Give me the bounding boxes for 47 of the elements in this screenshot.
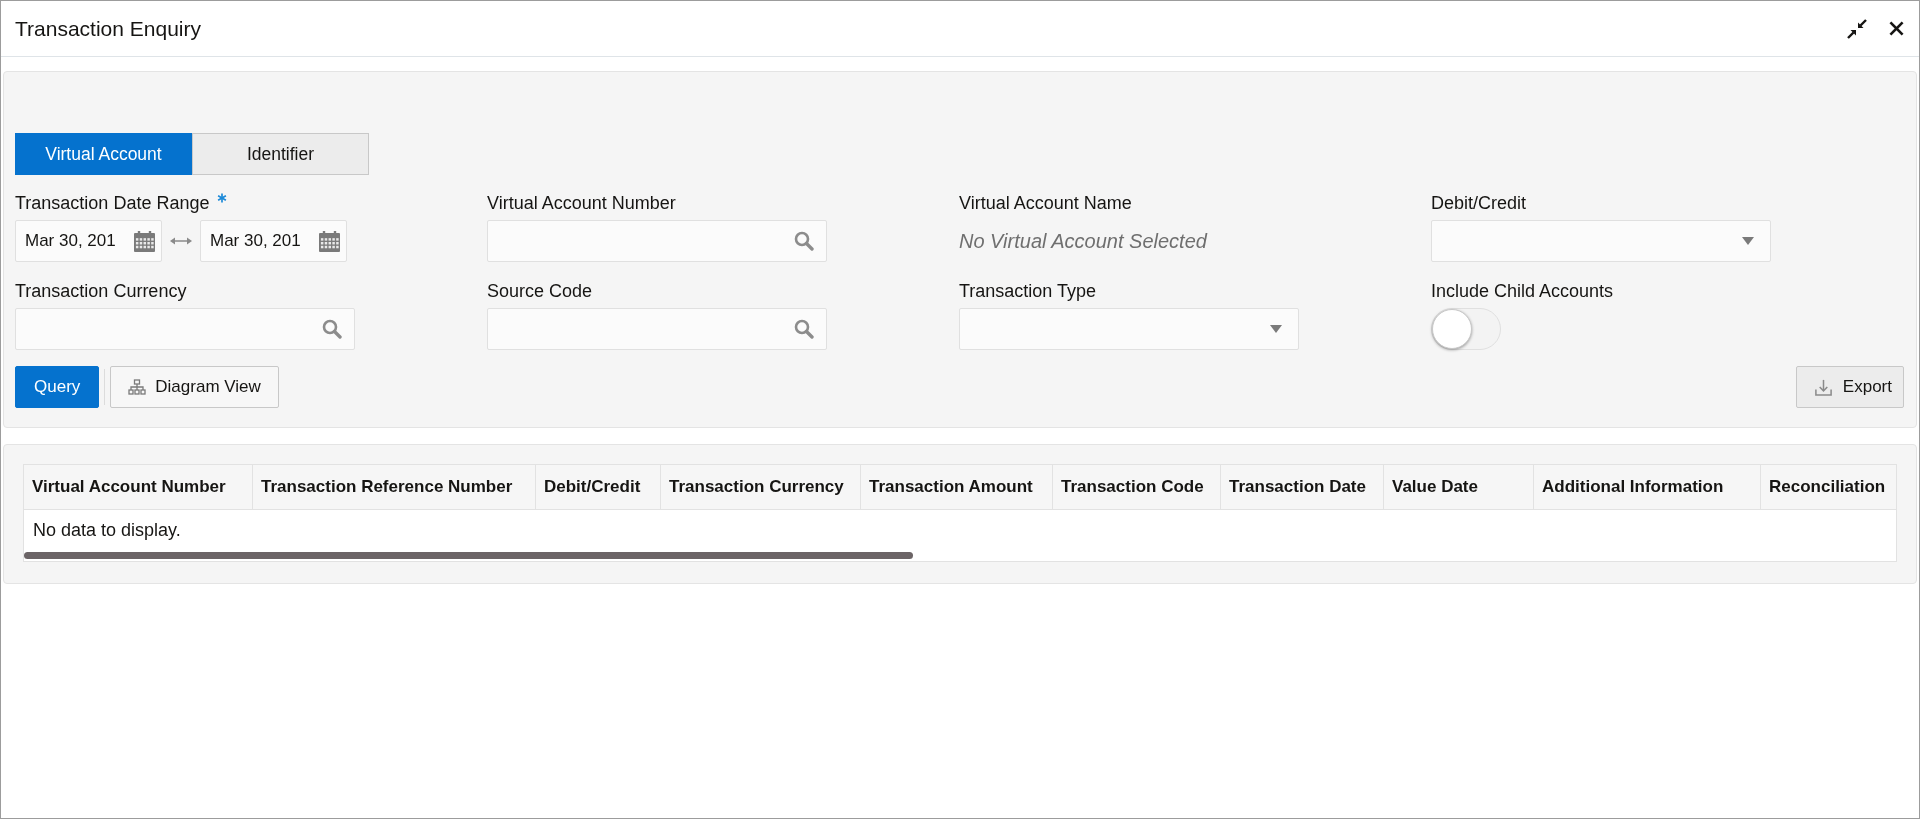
account-name-value: No Virtual Account Selected — [959, 229, 1207, 253]
double-arrow-icon — [170, 236, 192, 246]
hierarchy-icon — [128, 379, 147, 395]
column-header: Transaction Code — [1053, 465, 1221, 509]
column-header: Transaction Currency — [661, 465, 861, 509]
query-button[interactable]: Query — [15, 366, 100, 408]
column-header: Transaction Amount — [861, 465, 1053, 509]
field-label: Transaction Currency — [15, 280, 187, 303]
download-icon — [1813, 377, 1833, 397]
dropdown-field[interactable] — [1431, 220, 1771, 262]
column-header: Additional Information — [1534, 465, 1761, 509]
column-header: Reconciliation — [1768, 476, 1887, 498]
date-field[interactable]: Mar 30, 201 — [15, 220, 162, 262]
field-label: Virtual Account Name — [959, 192, 1132, 215]
field-label: Source Code — [487, 280, 593, 303]
calendar-icon[interactable] — [134, 230, 155, 252]
column-header: Virtual Account Number — [24, 465, 253, 509]
caret-down-icon — [1742, 237, 1754, 245]
search-icon[interactable] — [322, 319, 342, 339]
column-header: Debit/Credit — [536, 465, 661, 509]
caret-down-icon — [1270, 325, 1282, 333]
column-header: Transaction Date — [1221, 465, 1384, 509]
horizontal-scrollbar[interactable] — [24, 552, 913, 559]
close-icon[interactable] — [1889, 21, 1904, 36]
date-field[interactable]: Mar 30, 201 — [200, 220, 347, 262]
search-field[interactable] — [487, 308, 827, 350]
tab[interactable]: Identifier — [192, 133, 369, 175]
field-label: Transaction Type — [959, 280, 1097, 303]
search-field[interactable] — [15, 308, 355, 350]
shrink-arrows-icon[interactable] — [1847, 18, 1867, 39]
field-label: Debit/Credit — [1431, 192, 1527, 215]
search-icon[interactable] — [794, 319, 814, 339]
field-label: Transaction Date Range — [15, 192, 210, 215]
dropdown-field[interactable] — [959, 308, 1299, 350]
tab[interactable]: Virtual Account — [15, 133, 192, 175]
window-title: Transaction Enquiry — [15, 16, 201, 41]
empty-table-message: No data to display. — [32, 519, 182, 542]
search-icon[interactable] — [794, 231, 814, 251]
diagram-view-button[interactable]: Diagram View — [110, 366, 279, 408]
field-label: Virtual Account Number — [487, 192, 676, 215]
column-header: Value Date — [1384, 465, 1534, 509]
export-button[interactable]: Export — [1795, 366, 1904, 408]
toggle-switch[interactable] — [1431, 308, 1501, 350]
calendar-icon[interactable] — [319, 230, 340, 252]
column-header: Transaction Reference Number — [253, 465, 536, 509]
field-label: Include Child Accounts — [1431, 280, 1614, 303]
search-field[interactable] — [487, 220, 827, 262]
